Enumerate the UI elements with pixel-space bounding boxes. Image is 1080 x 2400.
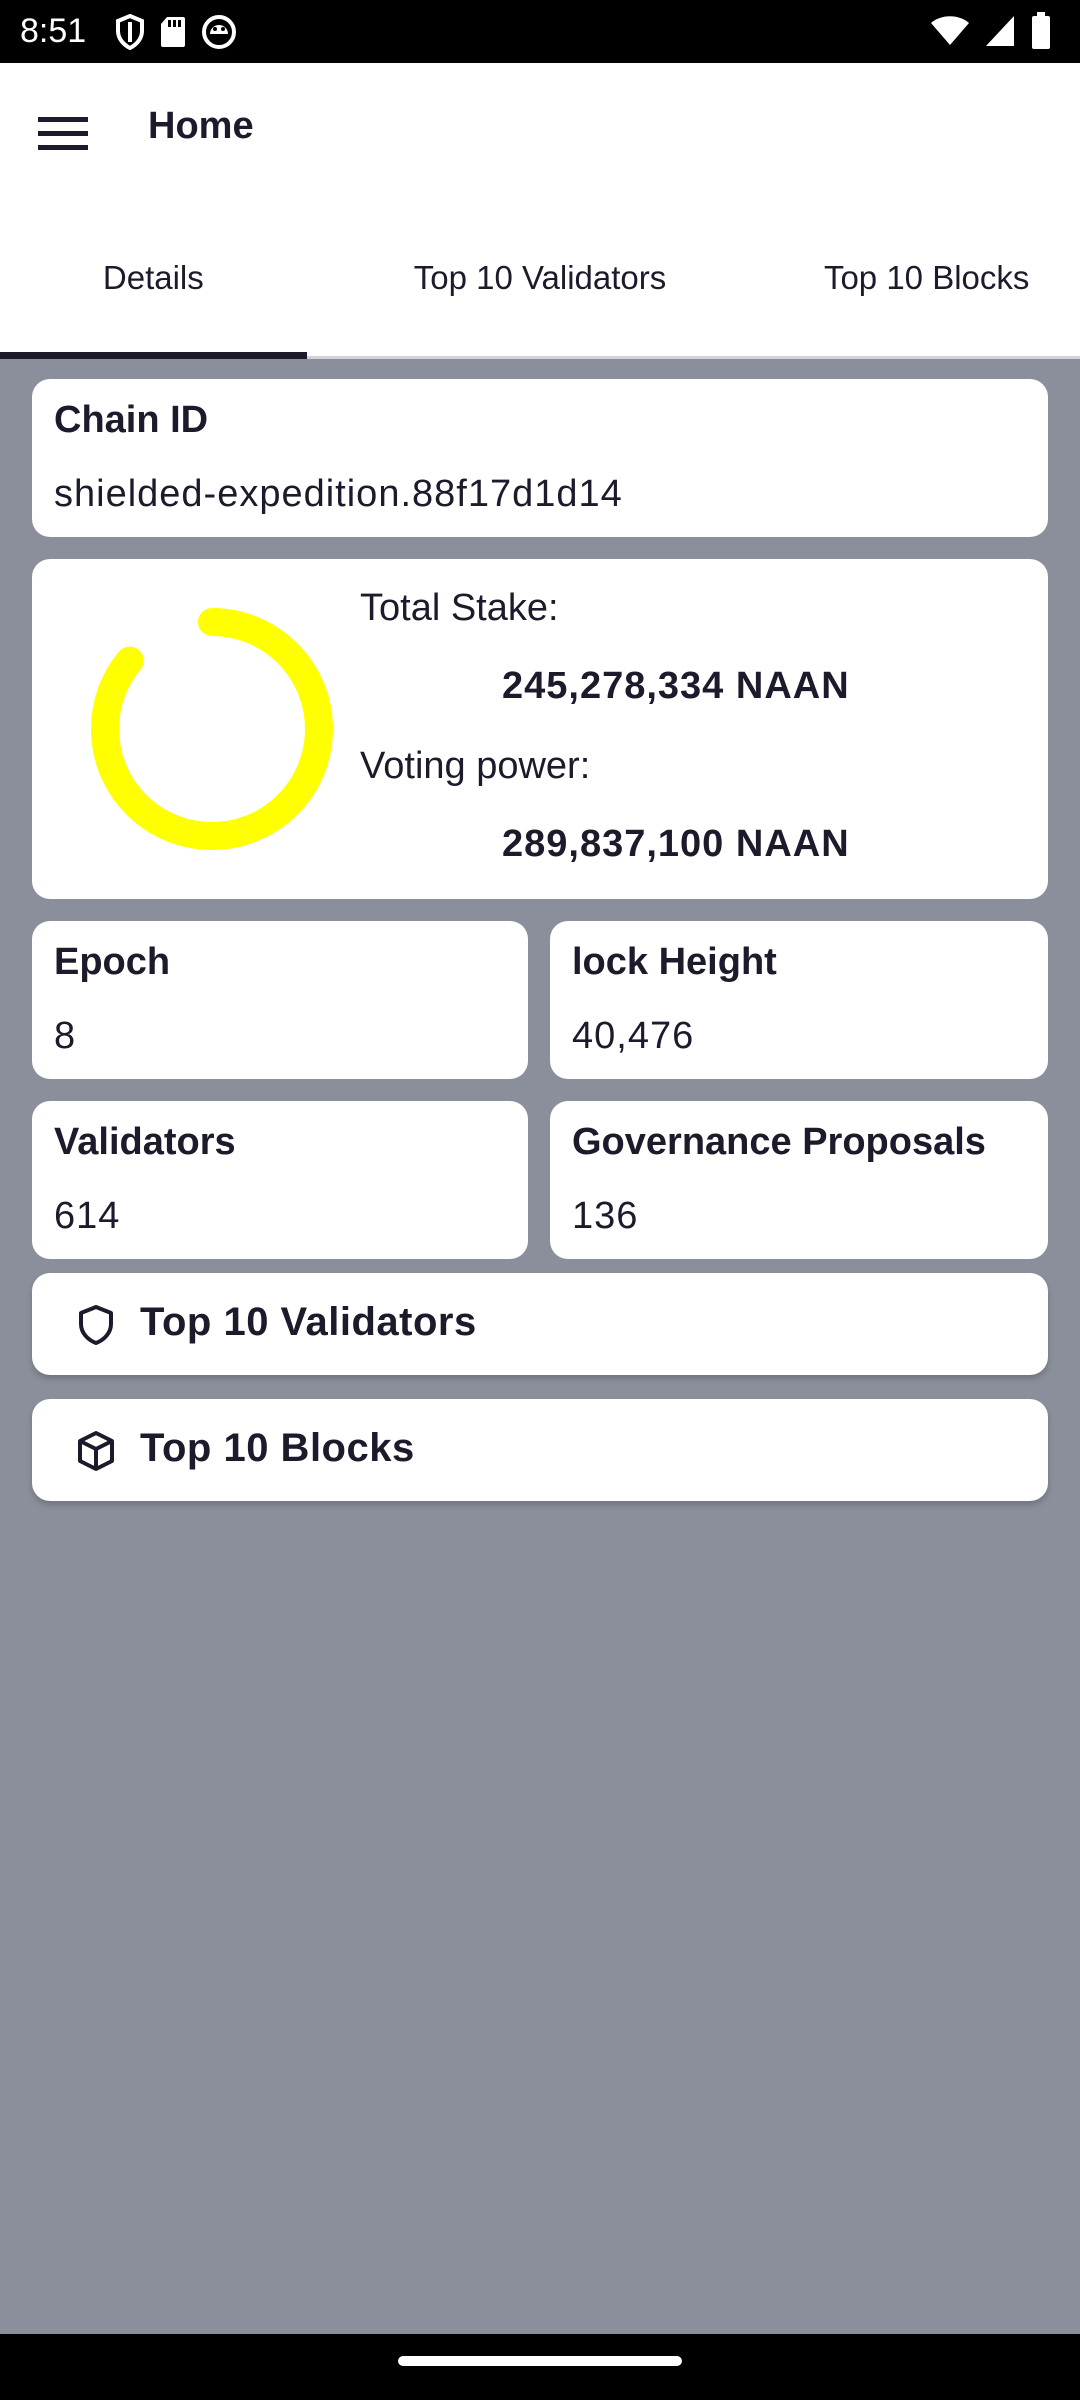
top-10-blocks-label: Top 10 Blocks [140,1426,415,1470]
block-height-card: lock Height 40,476 [550,921,1048,1079]
validators-value: 614 [54,1195,121,1237]
governance-proposals-card: Governance Proposals 136 [550,1101,1048,1259]
status-icons-right [930,10,1052,52]
top-10-blocks-button[interactable]: Top 10 Blocks [32,1399,1048,1501]
voting-power-label: Voting power: [360,745,591,787]
tab-details[interactable]: Details [0,201,307,359]
details-content[interactable]: Chain ID shielded-expedition.88f17d1d14 … [0,359,1080,2400]
tab-top-10-validators[interactable]: Top 10 Validators [307,201,774,356]
tab-top-10-blocks[interactable]: Top 10 Blocks [773,201,1080,356]
tab-bar: Details Top 10 Validators Top 10 Blocks [0,201,1080,359]
page-title: Home [148,105,254,147]
epoch-value: 8 [54,1015,77,1057]
block-height-value: 40,476 [572,1015,695,1057]
total-stake-value: 245,278,334 NAAN [502,665,850,707]
validators-card: Validators 614 [32,1101,528,1259]
chain-id-label: Chain ID [54,399,209,441]
top-10-validators-button[interactable]: Top 10 Validators [32,1273,1048,1375]
stake-ring-chart [91,608,333,850]
system-nav-bar [0,2334,1080,2400]
chain-id-card: Chain ID shielded-expedition.88f17d1d14 [32,379,1048,537]
cell-signal-icon [984,14,1016,48]
chain-id-value: shielded-expedition.88f17d1d14 [54,473,623,515]
app-notification-icon [201,14,237,50]
status-icons-left [115,12,237,52]
shield-icon [115,14,145,50]
wifi-icon [930,15,970,47]
total-stake-label: Total Stake: [360,587,559,629]
status-time: 8:51 [20,12,87,50]
stake-card: Total Stake: 245,278,334 NAAN Voting pow… [32,559,1048,899]
app-bar: Home [0,63,1080,201]
details-panel: Chain ID shielded-expedition.88f17d1d14 … [14,359,1080,1511]
stake-ring-arc [91,608,333,850]
status-bar: 8:51 [0,0,1080,63]
governance-proposals-value: 136 [572,1195,639,1237]
governance-proposals-label: Governance Proposals [572,1121,986,1163]
validators-label: Validators [54,1121,236,1163]
block-height-label: lock Height [572,941,777,983]
top-10-validators-label: Top 10 Validators [140,1300,477,1344]
shield-icon [74,1303,118,1347]
voting-power-value: 289,837,100 NAAN [502,823,850,865]
battery-icon [1030,12,1052,50]
home-indicator[interactable] [398,2356,682,2366]
sd-card-icon [159,15,187,49]
hamburger-menu-icon[interactable] [30,107,96,159]
epoch-card: Epoch 8 [32,921,528,1079]
cube-icon [74,1429,118,1473]
epoch-label: Epoch [54,941,171,983]
